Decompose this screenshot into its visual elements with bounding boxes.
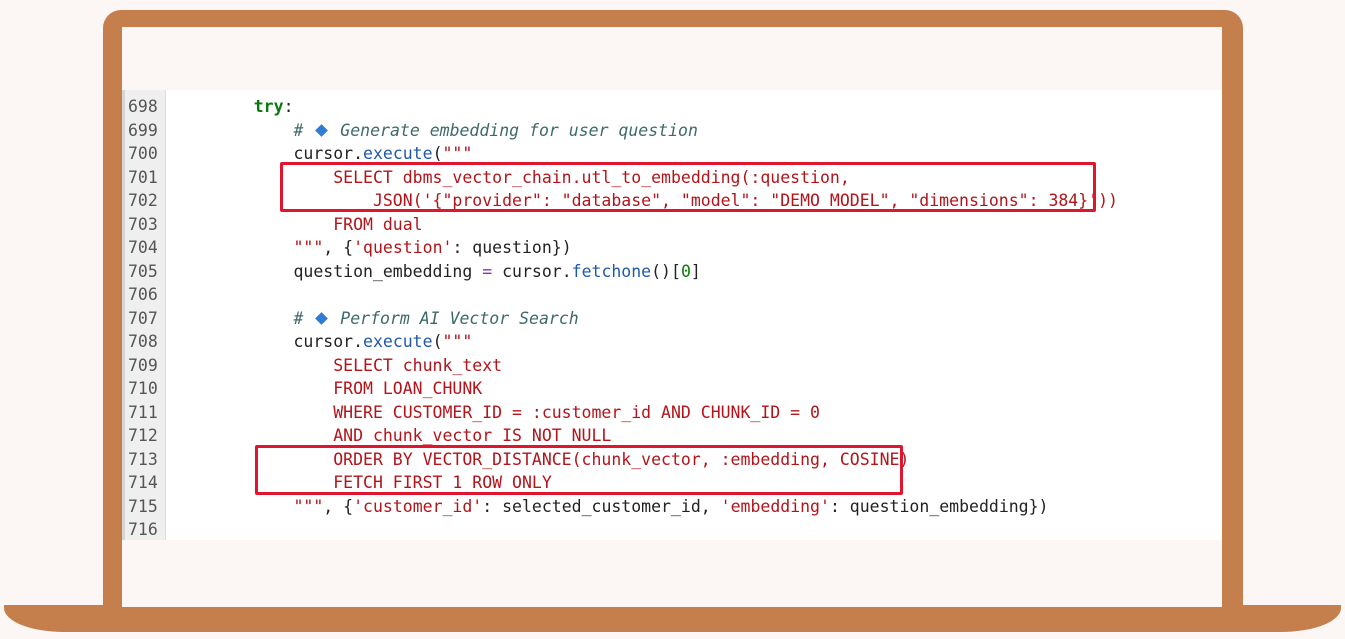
line-number: 711 (128, 402, 158, 422)
code-text: SELECT chunk_text (214, 354, 502, 378)
line-number: 710 (128, 379, 158, 398)
code-token: # (293, 120, 314, 140)
line-number: 703 (128, 214, 158, 234)
code-token: execute (363, 144, 433, 163)
line-number: 709 (128, 355, 158, 375)
line-number: 713 (128, 449, 158, 469)
code-token: FROM LOAN_CHUNK (214, 379, 483, 398)
code-token: : (283, 97, 294, 116)
blue-diamond-icon (315, 124, 329, 137)
code-token: ] (690, 261, 701, 281)
code-token: ( (432, 332, 443, 351)
line-number: 714 (128, 473, 158, 492)
line-number: 715 (128, 496, 158, 516)
code-token: : question}) (452, 238, 572, 257)
code-token: AND chunk_vector IS NOT NULL (214, 426, 612, 445)
laptop-base (4, 605, 1341, 632)
code-text: FROM dual (214, 213, 423, 237)
code-token: Perform AI Vector Search (330, 308, 579, 328)
line-number: 716 (128, 520, 158, 539)
line-number: 707 (128, 308, 158, 328)
code-token: = (482, 261, 493, 281)
code-token: """ (214, 238, 324, 257)
line-number: 712 (128, 426, 158, 445)
code-token: 'customer_id' (353, 496, 483, 516)
code-token: fetchone (571, 261, 652, 281)
line-number: 698 (128, 97, 158, 116)
code-token: """ (442, 144, 473, 163)
laptop-screen: 698 try: 699 # Generate embedding for use… (122, 27, 1222, 607)
code-token: # (293, 308, 314, 328)
code-token: """ (442, 332, 473, 351)
code-token: FROM dual (214, 214, 423, 234)
code-text: # Generate embedding for user question (214, 119, 698, 143)
code-token: cursor. (214, 144, 364, 163)
code-token: question_embedding (214, 261, 483, 281)
line-number: 700 (128, 144, 158, 163)
code-token: 'embedding' (720, 496, 830, 516)
code-line[interactable]: 712 AND chunk_vector IS NOT NULL (122, 424, 1222, 448)
code-line[interactable]: 709 SELECT chunk_text (122, 354, 1222, 378)
code-line[interactable]: 698 try: (122, 95, 1222, 119)
code-token: execute (363, 332, 433, 351)
code-text: FROM LOAN_CHUNK (214, 377, 482, 401)
code-line[interactable]: 703 FROM dual (122, 213, 1222, 237)
line-number: 706 (128, 285, 158, 304)
code-line[interactable]: 704 """, {'question': question}) (122, 236, 1222, 260)
code-line[interactable]: 705 question_embedding = cursor.fetchone… (122, 260, 1222, 284)
code-token: """ (214, 496, 324, 516)
code-token: 0 (680, 261, 691, 281)
code-token: SELECT chunk_text (214, 355, 503, 375)
code-text: question_embedding = cursor.fetchone()[0… (214, 260, 701, 284)
code-token: WHERE CUSTOMER_ID = :customer_id AND CHU… (214, 402, 820, 422)
code-line[interactable]: 706 (122, 283, 1222, 307)
code-token: 'question' (353, 238, 453, 257)
code-line[interactable]: 716 (122, 518, 1222, 542)
highlight-box-vector-search-order (255, 445, 903, 495)
code-text: AND chunk_vector IS NOT NULL (214, 424, 611, 448)
code-line[interactable]: 708 cursor.execute(""" (122, 330, 1222, 354)
code-text: # Perform AI Vector Search (214, 307, 579, 331)
line-number: 701 (128, 167, 158, 187)
code-token: ( (432, 144, 443, 163)
line-number: 699 (128, 120, 158, 140)
code-line[interactable]: 711 WHERE CUSTOMER_ID = :customer_id AND… (122, 401, 1222, 425)
line-number: 708 (128, 332, 158, 351)
highlight-box-embedding-query (280, 162, 1096, 212)
code-token: Generate embedding for user question (330, 120, 698, 140)
code-token: cursor. (492, 261, 572, 281)
code-token: : selected_customer_id, (482, 496, 721, 516)
line-number: 702 (128, 191, 158, 210)
code-token: try (253, 97, 284, 116)
code-token: ()[ (651, 261, 681, 281)
code-token: , { (323, 496, 354, 516)
code-text: cursor.execute(""" (214, 330, 472, 354)
code-line[interactable]: 699 # Generate embedding for user questi… (122, 119, 1222, 143)
code-line[interactable]: 707 # Perform AI Vector Search (122, 307, 1222, 331)
code-line[interactable]: 710 FROM LOAN_CHUNK (122, 377, 1222, 401)
code-token: , { (323, 238, 354, 257)
code-text: """, {'question': question}) (214, 236, 572, 260)
line-number: 705 (128, 261, 158, 281)
code-text: try: (214, 95, 294, 119)
code-token: cursor. (214, 332, 364, 351)
line-number: 704 (128, 238, 158, 257)
code-editor[interactable]: 698 try: 699 # Generate embedding for use… (122, 90, 1222, 540)
blue-diamond-icon (315, 312, 329, 325)
code-text: WHERE CUSTOMER_ID = :customer_id AND CHU… (214, 401, 820, 425)
code-text: """, {'customer_id': selected_customer_i… (214, 495, 1048, 519)
code-token: : question_embedding}) (829, 496, 1049, 516)
code-line[interactable]: 715 """, {'customer_id': selected_custom… (122, 495, 1222, 519)
